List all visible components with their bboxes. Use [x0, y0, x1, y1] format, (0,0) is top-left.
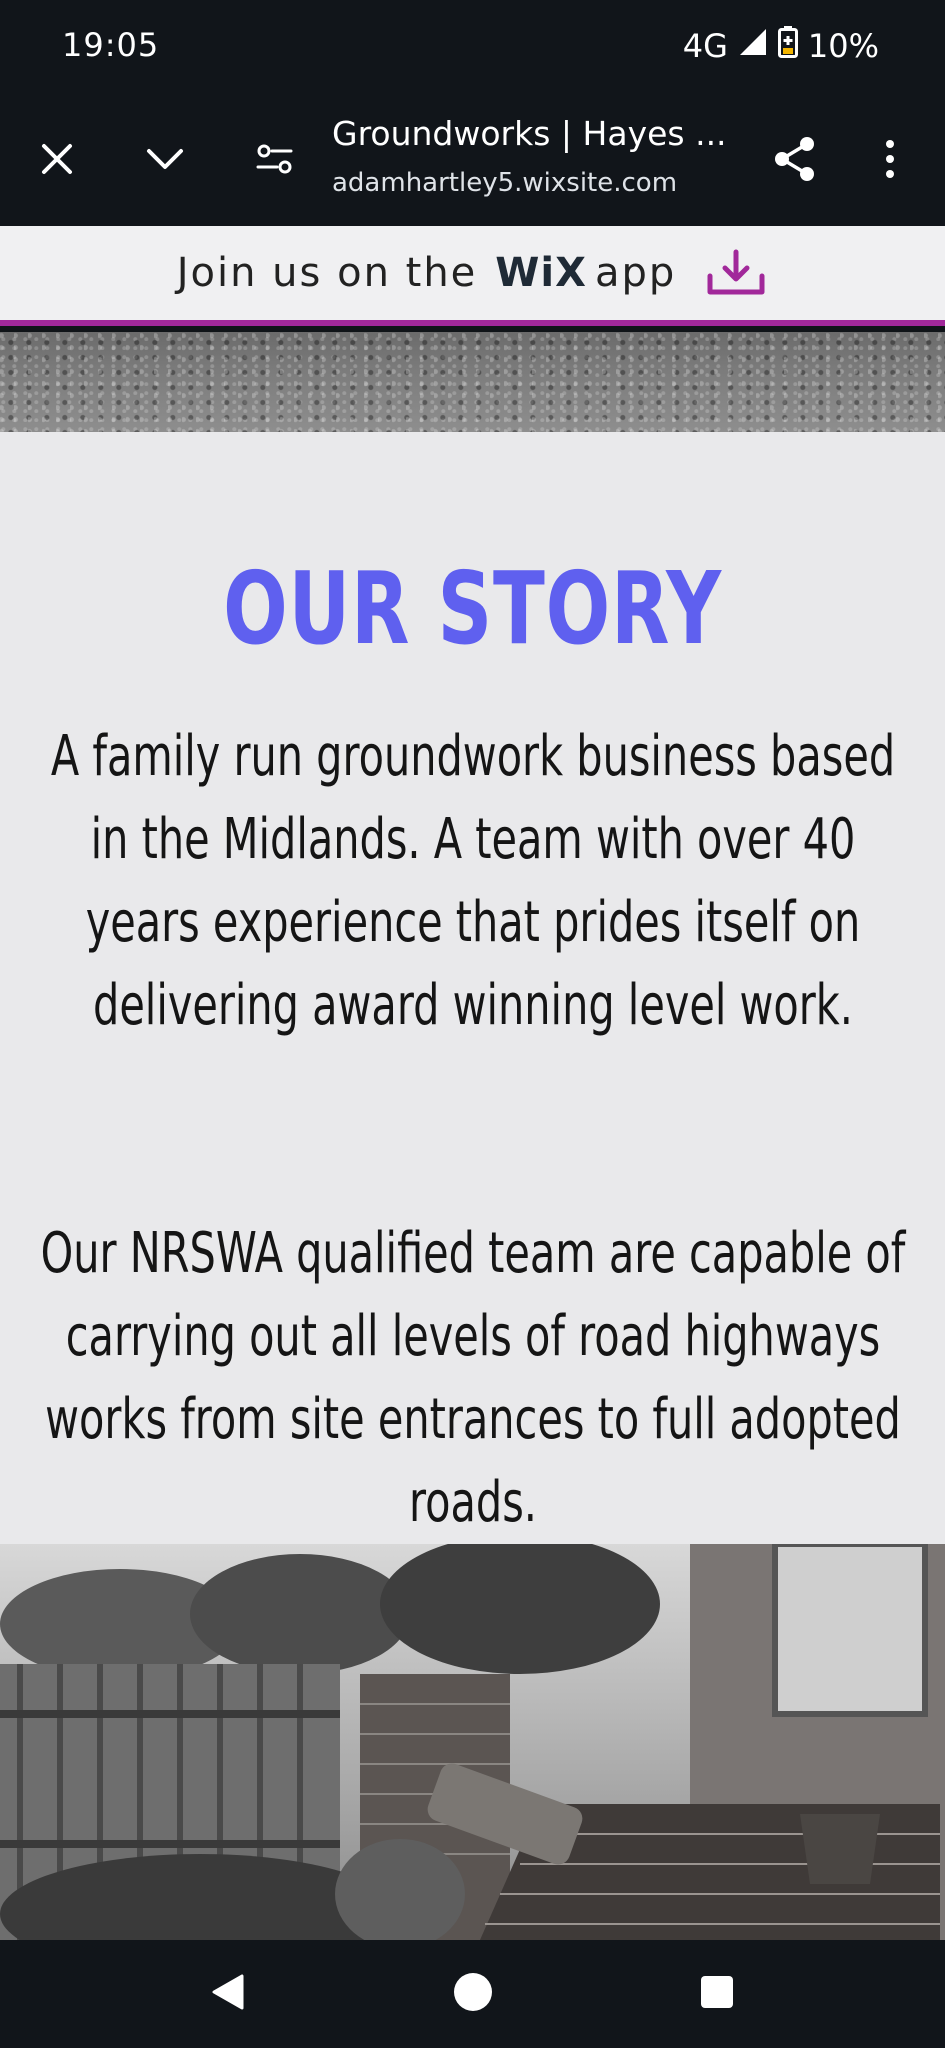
close-tab-button[interactable] [22, 96, 92, 226]
recents-button[interactable] [672, 1940, 762, 2048]
home-button[interactable] [428, 1940, 518, 2048]
system-nav-bar [0, 1940, 945, 2048]
battery-icon [777, 26, 798, 66]
more-options-button[interactable] [860, 96, 920, 226]
more-vert-icon [884, 139, 896, 183]
share-button[interactable] [760, 96, 830, 226]
bricklaying-photo [0, 1544, 945, 1940]
signal-icon [738, 27, 768, 65]
minimize-button[interactable] [130, 96, 200, 226]
wix-logo: WiX [495, 250, 587, 296]
status-time: 19:05 [62, 26, 160, 64]
status-bar: 19:05 4G 10% [0, 0, 945, 96]
our-story-section: OUR STORY A family run groundwork busine… [0, 432, 945, 1544]
tune-icon [255, 142, 295, 180]
chevron-down-icon [145, 146, 185, 176]
story-title: OUR STORY [223, 550, 722, 667]
story-paragraph-2: Our NRSWA qualified team are capable of … [40, 1212, 906, 1544]
network-type: 4G [682, 27, 728, 65]
browser-toolbar: Groundworks | Hayes ... adamhartley5.wix… [0, 96, 945, 226]
recents-icon [699, 1974, 735, 2014]
wix-app-banner[interactable]: Join us on the WiX app [0, 226, 945, 326]
back-icon [208, 1972, 248, 2016]
wix-banner-text: Join us on the [176, 250, 478, 296]
page-title[interactable]: Groundworks | Hayes ... [332, 114, 727, 153]
page-url[interactable]: adamhartley5.wixsite.com [332, 168, 677, 198]
download-icon[interactable] [704, 248, 768, 298]
close-icon [40, 142, 74, 180]
back-button[interactable] [183, 1940, 273, 2048]
story-paragraph-1: A family run groundwork business based i… [40, 715, 905, 1047]
site-settings-button[interactable] [245, 96, 305, 226]
share-icon [773, 136, 817, 186]
battery-level: 10% [807, 27, 879, 65]
home-icon [452, 1971, 494, 2017]
wix-banner-app-text: app [594, 250, 677, 296]
status-indicators: 4G 10% [683, 26, 879, 66]
story-paragraph-1-text: A family run groundwork business based i… [50, 724, 896, 1038]
story-paragraph-2-text: Our NRSWA qualified team are capable of … [40, 1221, 906, 1535]
gravel-header-image [0, 332, 945, 432]
